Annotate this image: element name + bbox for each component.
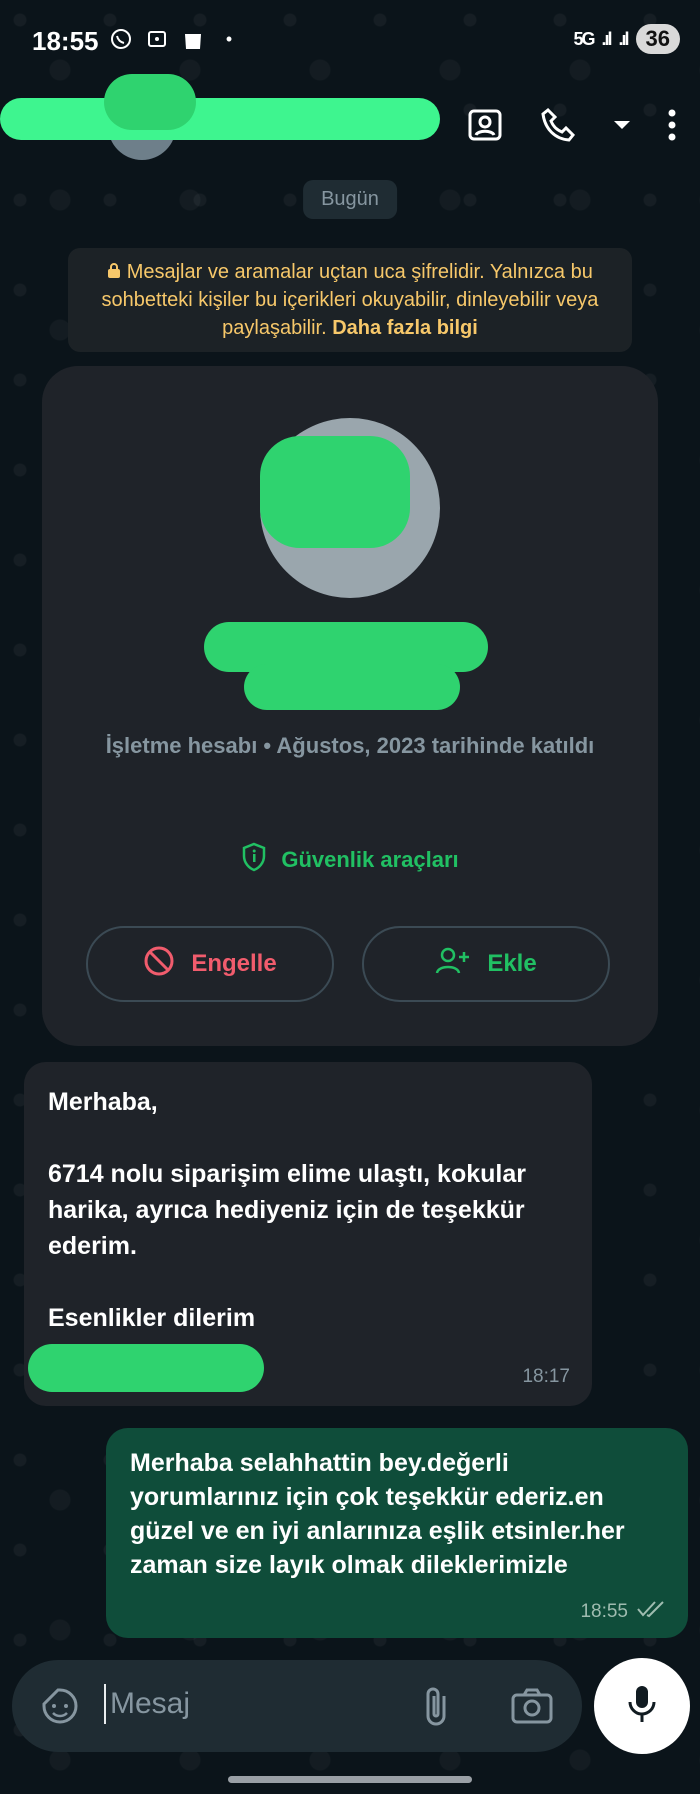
status-time: 18:55	[32, 26, 99, 56]
redaction-mark	[28, 1344, 264, 1392]
more-icon[interactable]	[662, 102, 682, 148]
signal-icon: .ıl	[601, 28, 612, 49]
redaction-mark	[0, 98, 440, 140]
outgoing-message[interactable]: Merhaba selahhattin bey.değerli yorumlar…	[106, 1428, 688, 1638]
block-button[interactable]: Engelle	[86, 926, 334, 1002]
contact-card-icon[interactable]	[462, 102, 508, 148]
status-right: 5G .ıl .ıl 36	[573, 24, 680, 54]
call-icon[interactable]	[536, 102, 582, 148]
add-label: Ekle	[487, 950, 537, 977]
status-bar: 18:55 • 5G .ıl .ıl 36	[0, 0, 700, 82]
voice-message-button[interactable]	[594, 1658, 690, 1754]
dot-icon: •	[225, 28, 233, 49]
camera-icon[interactable]	[508, 1682, 556, 1730]
message-composer: Mesaj	[12, 1660, 582, 1752]
notification-icons: •	[108, 26, 242, 52]
message-text: Merhaba selahhattin bey.değerli yorumlar…	[130, 1449, 625, 1579]
redaction-mark	[244, 664, 460, 710]
signal-icon-2: .ıl	[618, 28, 630, 49]
business-meta: İşletme hesabı • Ağustos, 2023 tarihinde…	[105, 733, 595, 758]
home-indicator[interactable]	[228, 1776, 472, 1783]
redaction-mark	[104, 74, 196, 130]
shop-icon	[180, 26, 206, 52]
message-time: 18:17	[522, 1366, 570, 1387]
screenshot-icon	[144, 26, 170, 52]
read-receipt-icon	[636, 1600, 666, 1624]
encryption-notice[interactable]: Mesajlar ve aramalar uçtan uca şifrelidi…	[68, 248, 632, 352]
lock-icon	[107, 261, 127, 283]
safety-tools-link[interactable]: Güvenlik araçları	[42, 842, 658, 878]
network-type: 5G	[573, 28, 595, 49]
block-label: Engelle	[191, 950, 277, 977]
business-profile-card: İşletme hesabı • Ağustos, 2023 tarihinde…	[42, 366, 658, 1046]
message-meta: 18:55	[580, 1600, 666, 1624]
paperclip-icon[interactable]	[414, 1682, 460, 1730]
battery-level: 36	[635, 24, 680, 54]
sticker-icon[interactable]	[38, 1684, 82, 1728]
microphone-icon	[624, 1684, 660, 1729]
incoming-message[interactable]: Merhaba, 6714 nolu siparişim elime ulaşt…	[24, 1062, 592, 1406]
safety-tools-label: Güvenlik araçları	[281, 847, 459, 872]
redaction-mark	[260, 436, 410, 548]
add-contact-button[interactable]: Ekle	[362, 926, 610, 1002]
add-person-icon	[435, 946, 471, 983]
whatsapp-icon	[108, 26, 134, 52]
chevron-down-icon[interactable]	[610, 102, 634, 148]
message-input[interactable]: Mesaj	[104, 1684, 190, 1724]
learn-more-link[interactable]: Daha fazla bilgi	[332, 317, 478, 339]
message-text: Merhaba, 6714 nolu siparişim elime ulaşt…	[48, 1088, 526, 1332]
shield-icon	[241, 842, 267, 878]
date-chip: Bugün	[303, 180, 397, 219]
app-bar-actions	[462, 102, 682, 148]
message-time: 18:55	[580, 1601, 628, 1622]
block-icon	[143, 945, 175, 984]
